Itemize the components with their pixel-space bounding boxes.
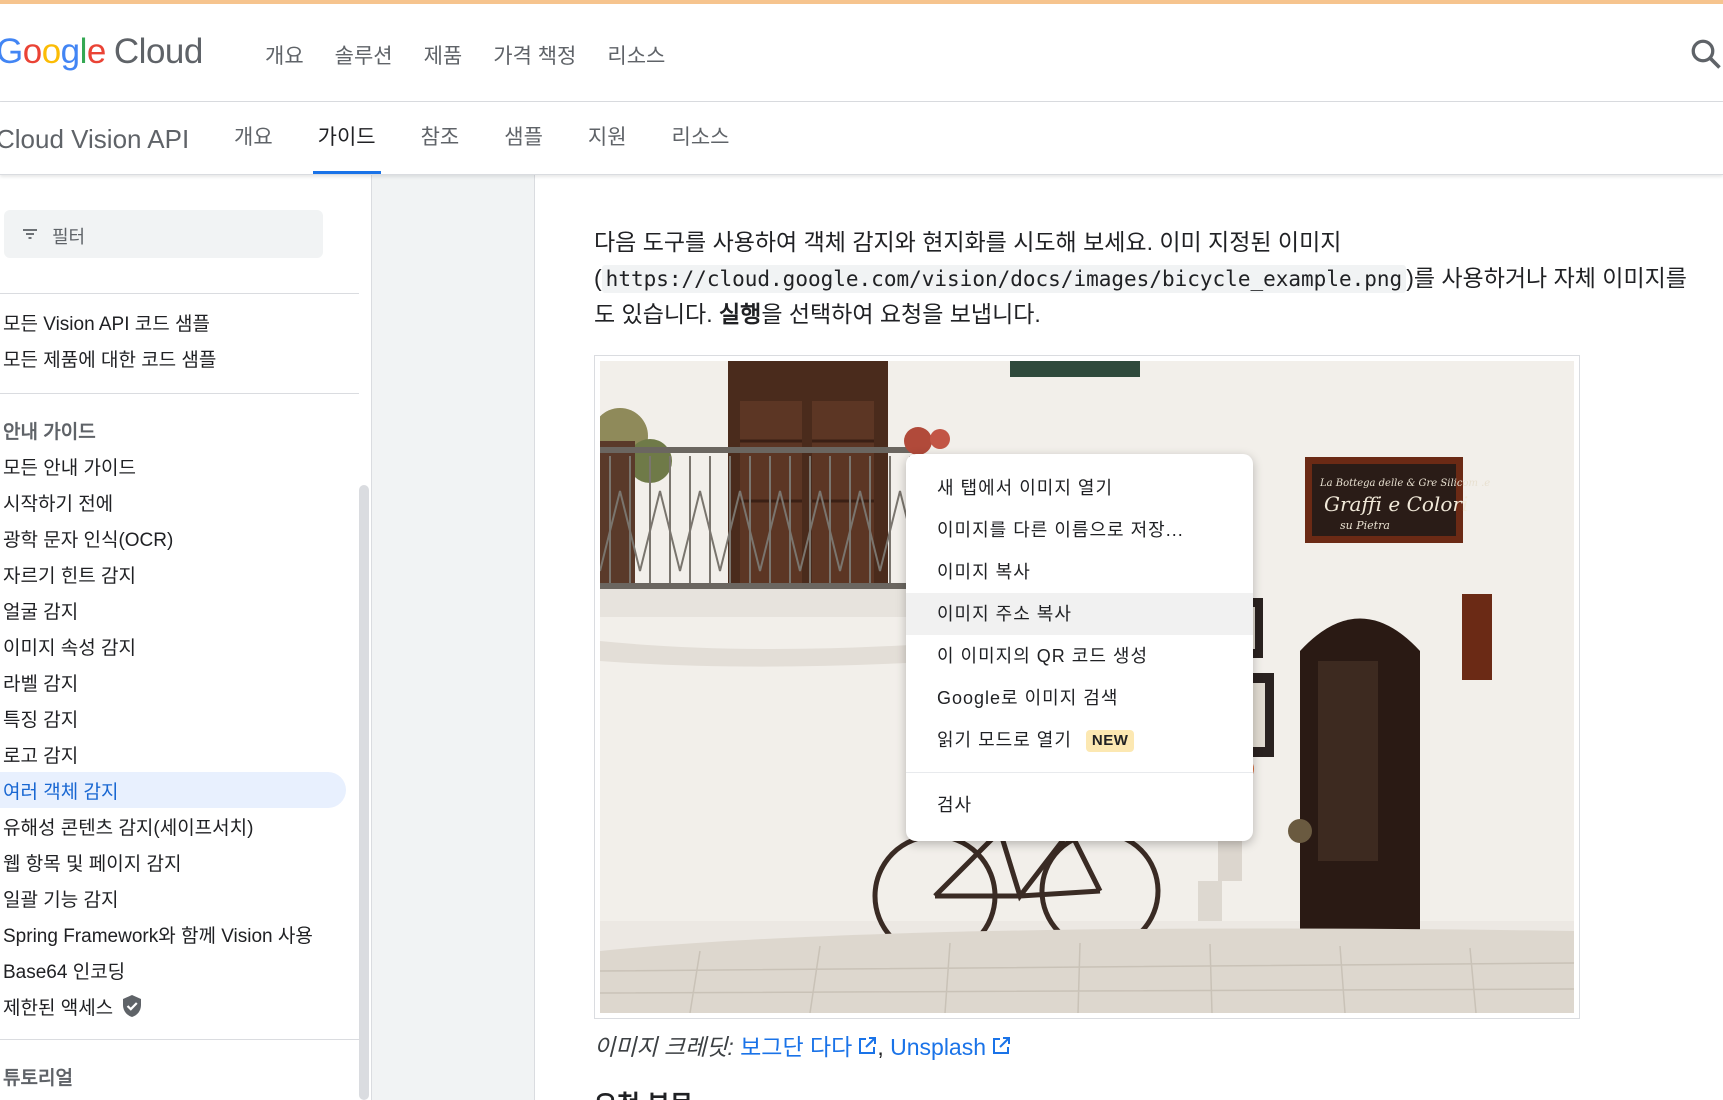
credit-link-photographer-text: 보그단 다다 — [740, 1034, 853, 1060]
sign-line-2: Graffi e Colori — [1324, 492, 1468, 516]
filter-icon — [23, 229, 37, 239]
sidebar-item-web-detection[interactable]: 웹 항목 및 페이지 감지 — [3, 849, 181, 876]
menu-open-reading-mode-label: 읽기 모드로 열기 — [937, 730, 1072, 750]
menu-open-reading-mode[interactable]: 읽기 모드로 열기 NEW — [906, 719, 1253, 761]
tab-reference[interactable]: 참조 — [421, 102, 460, 174]
menu-search-image-google[interactable]: Google로 이미지 검색 — [906, 677, 1253, 719]
request-body-heading: 요청 본문 — [594, 1085, 693, 1100]
product-title[interactable]: Cloud Vision API — [0, 124, 189, 155]
credit-separator: , — [877, 1034, 884, 1060]
top-nav-pricing[interactable]: 가격 책정 — [493, 40, 576, 70]
product-nav-bar: Cloud Vision API 개요 가이드 참조 샘플 지원 리소스 — [0, 102, 1723, 175]
filter-input[interactable]: 필터 — [4, 210, 323, 258]
image-credit: 이미지 크레딧: 보그단 다다, Unsplash — [594, 1028, 1011, 1062]
top-nav-solutions[interactable]: 솔루션 — [335, 40, 393, 70]
paren-open: ( — [594, 265, 602, 291]
intro-line-3-a: 도 있습니다. — [594, 301, 719, 327]
menu-create-qr-code[interactable]: 이 이미지의 QR 코드 생성 — [906, 635, 1253, 677]
sidebar-item-restricted-access[interactable]: 제한된 액세스 — [3, 993, 143, 1020]
sidebar-item-image-properties[interactable]: 이미지 속성 감지 — [3, 633, 136, 660]
sidebar-item-all-guides[interactable]: 모든 안내 가이드 — [3, 453, 136, 480]
new-badge: NEW — [1085, 730, 1135, 752]
sidebar-item-base64[interactable]: Base64 인코딩 — [3, 957, 125, 984]
example-image-url: https://cloud.google.com/vision/docs/ima… — [601, 265, 1407, 293]
sidebar-heading-tutorials[interactable]: 튜토리얼 — [3, 1063, 73, 1090]
run-emphasis: 실행 — [718, 301, 762, 327]
tab-resources[interactable]: 리소스 — [672, 102, 730, 174]
sidebar-item-logo-detection[interactable]: 로고 감지 — [3, 741, 78, 768]
intro-line-1: 다음 도구를 사용하여 객체 감지와 현지화를 시도해 보세요. 이미 지정된 … — [594, 229, 1342, 255]
sidebar-item-face-detection[interactable]: 얼굴 감지 — [3, 597, 78, 624]
sidebar-item-ocr[interactable]: 광학 문자 인식(OCR) — [3, 525, 173, 552]
menu-open-image-new-tab[interactable]: 새 탭에서 이미지 열기 — [906, 467, 1253, 509]
sidebar-heading-guides[interactable]: 안내 가이드 — [3, 417, 96, 444]
site-header: Google Cloud 개요 솔루션 제품 가격 책정 리소스 — [0, 4, 1723, 102]
menu-copy-image[interactable]: 이미지 복사 — [906, 551, 1253, 593]
top-nav-overview[interactable]: 개요 — [265, 40, 304, 70]
credit-link-unsplash[interactable]: Unsplash — [890, 1034, 1011, 1060]
search-icon[interactable] — [1688, 36, 1723, 72]
sidebar-divider — [0, 1039, 359, 1040]
intro-line-3: 도 있습니다. 실행을 선택하여 요청을 보냅니다. — [594, 295, 1041, 329]
menu-separator — [906, 772, 1253, 773]
top-nav-products[interactable]: 제품 — [424, 40, 463, 70]
google-cloud-logo[interactable]: Google Cloud — [0, 32, 203, 72]
sidebar-item-crop-hints[interactable]: 자르기 힌트 감지 — [3, 561, 136, 588]
sidebar-item-before-you-begin[interactable]: 시작하기 전에 — [3, 489, 113, 516]
filter-placeholder: 필터 — [52, 227, 86, 247]
top-nav: 개요 솔루션 제품 가격 책정 리소스 — [265, 40, 696, 70]
sign-line-1: La Bottega delle & Gre Silicom .e — [1319, 478, 1490, 489]
sidebar-item-all-vision-samples[interactable]: 모든 Vision API 코드 샘플 — [3, 309, 210, 336]
menu-save-image-as[interactable]: 이미지를 다른 이름으로 저장... — [906, 509, 1253, 551]
menu-copy-image-address[interactable]: 이미지 주소 복사 — [906, 593, 1253, 635]
left-sidebar: 필터 모든 Vision API 코드 샘플 모든 제품에 대한 코드 샘플 안… — [0, 175, 370, 1100]
sidebar-item-batch-detection[interactable]: 일괄 기능 감지 — [3, 885, 118, 912]
shield-check-icon — [123, 995, 142, 1017]
credit-link-photographer[interactable]: 보그단 다다 — [740, 1034, 877, 1060]
top-nav-resources[interactable]: 리소스 — [607, 40, 665, 70]
sidebar-item-spring-framework[interactable]: Spring Framework와 함께 Vision 사용 — [3, 921, 313, 948]
image-context-menu: 새 탭에서 이미지 열기 이미지를 다른 이름으로 저장... 이미지 복사 이… — [906, 454, 1253, 841]
sidebar-divider — [0, 393, 359, 394]
sign-line-3: su Pietra — [1340, 519, 1390, 532]
tab-samples[interactable]: 샘플 — [504, 102, 543, 174]
menu-inspect[interactable]: 검사 — [906, 784, 1253, 826]
sidebar-item-landmark-detection[interactable]: 특징 감지 — [3, 705, 78, 732]
content-gutter — [371, 175, 535, 1100]
intro-line-2: (https://cloud.google.com/vision/docs/im… — [594, 259, 1687, 293]
product-tabs: 개요 가이드 참조 샘플 지원 리소스 — [234, 102, 775, 174]
intro-line-2-rest: )를 사용하거나 자체 이미지를 — [1406, 265, 1687, 291]
external-link-icon — [993, 1037, 1011, 1054]
tab-guides[interactable]: 가이드 — [312, 102, 381, 174]
sidebar-item-safe-search[interactable]: 유해성 콘텐츠 감지(세이프서치) — [3, 813, 253, 840]
external-link-icon — [859, 1037, 877, 1054]
tab-overview[interactable]: 개요 — [234, 102, 273, 174]
sidebar-item-label: 제한된 액세스 — [3, 998, 114, 1019]
tab-support[interactable]: 지원 — [588, 102, 627, 174]
sidebar-divider — [0, 293, 359, 294]
credit-link-unsplash-text: Unsplash — [890, 1034, 987, 1060]
sidebar-item-all-product-samples[interactable]: 모든 제품에 대한 코드 샘플 — [3, 345, 216, 372]
sidebar-scrollbar[interactable] — [359, 485, 369, 1100]
sidebar-item-label-detection[interactable]: 라벨 감지 — [3, 669, 78, 696]
image-credit-label: 이미지 크레딧: — [594, 1034, 734, 1060]
intro-line-3-b: 을 선택하여 요청을 보냅니다. — [761, 301, 1041, 327]
sidebar-item-object-localization[interactable]: 여러 객체 감지 — [3, 777, 118, 804]
